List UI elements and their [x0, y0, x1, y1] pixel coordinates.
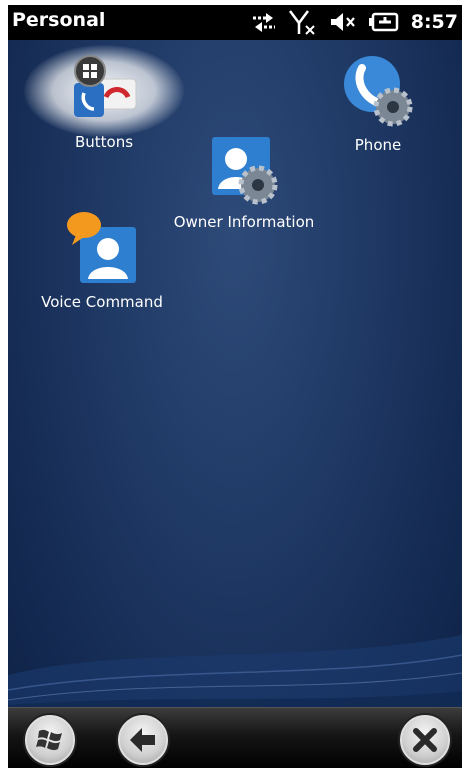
clock: 8:57	[410, 11, 458, 33]
app-owner-information[interactable]: Owner Information	[164, 129, 324, 231]
background-wave	[8, 635, 462, 715]
app-phone[interactable]: Phone	[328, 52, 428, 154]
app-voice-command[interactable]: Voice Command	[36, 209, 168, 311]
owner-information-icon	[204, 129, 284, 209]
no-signal-icon[interactable]	[288, 9, 317, 35]
bottom-bar	[8, 707, 462, 768]
app-label: Voice Command	[41, 293, 163, 311]
data-sync-icon[interactable]	[251, 10, 277, 34]
app-label: Owner Information	[173, 213, 315, 231]
app-label: Phone	[354, 136, 402, 154]
close-icon	[413, 728, 437, 752]
phone-settings-icon	[338, 52, 418, 132]
windows-start-icon	[36, 729, 62, 751]
close-button[interactable]	[400, 715, 450, 765]
voice-command-icon	[62, 209, 142, 289]
battery-charging-icon[interactable]	[368, 12, 399, 32]
status-bar: Personal 8:57	[8, 5, 462, 40]
start-button[interactable]	[25, 715, 75, 765]
app-buttons[interactable]: Buttons	[24, 45, 184, 151]
back-button[interactable]	[118, 715, 168, 765]
page-title: Personal	[12, 9, 106, 31]
speaker-muted-icon[interactable]	[329, 11, 357, 33]
screen: Personal 8:57 Buttons Phone Owner Inform…	[8, 5, 462, 768]
buttons-icon	[64, 49, 144, 129]
back-arrow-icon	[130, 728, 155, 752]
status-icons: 8:57	[251, 8, 458, 36]
